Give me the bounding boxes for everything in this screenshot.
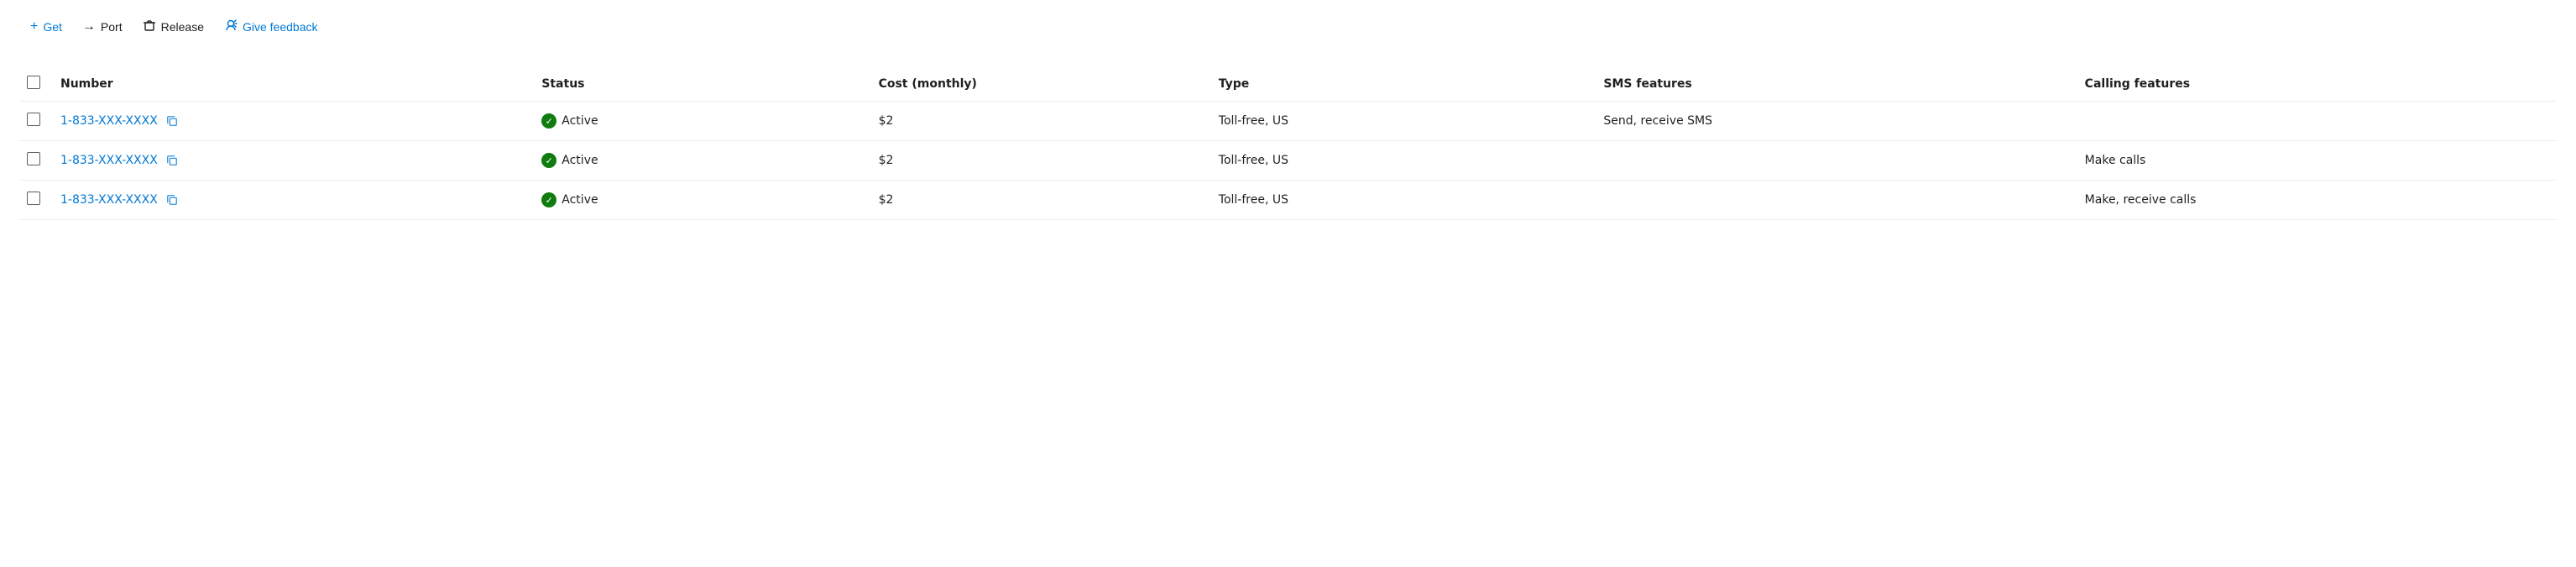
- toolbar: + Get → Port Release: [20, 13, 2556, 47]
- arrow-right-icon: →: [82, 20, 96, 34]
- copy-icon-1[interactable]: [166, 155, 178, 166]
- type-text-1: Toll-free, US: [1219, 154, 1288, 167]
- row-cost-cell-2: $2: [869, 181, 1209, 220]
- row-calling-cell-1: Make calls: [2075, 141, 2556, 181]
- type-text-0: Toll-free, US: [1219, 114, 1288, 128]
- header-cost: Cost (monthly): [869, 67, 1209, 102]
- trash-icon: [143, 18, 156, 35]
- cost-text-2: $2: [879, 193, 894, 207]
- row-status-cell-1: Active: [531, 141, 868, 181]
- status-active-0: Active: [541, 113, 858, 129]
- row-number-cell-1: 1-833-XXX-XXXX: [50, 141, 531, 181]
- number-link-1[interactable]: 1-833-XXX-XXXX: [60, 154, 158, 167]
- select-all-header[interactable]: [20, 67, 50, 102]
- row-calling-cell-0: [2075, 102, 2556, 141]
- table-header-row: Number Status Cost (monthly) Type SMS fe…: [20, 67, 2556, 102]
- row-checkbox-cell-2[interactable]: [20, 181, 50, 220]
- row-sms-cell-1: [1593, 141, 2074, 181]
- sms-text-0: Send, receive SMS: [1603, 114, 1712, 128]
- cost-text-1: $2: [879, 154, 894, 167]
- copy-icon-0[interactable]: [166, 115, 178, 127]
- table-row: 1-833-XXX-XXXX Active $2 Toll-free, US: [20, 141, 2556, 181]
- row-checkbox-cell-1[interactable]: [20, 141, 50, 181]
- number-link-2[interactable]: 1-833-XXX-XXXX: [60, 193, 158, 207]
- row-cost-cell-1: $2: [869, 141, 1209, 181]
- row-checkbox-0[interactable]: [27, 113, 40, 126]
- status-text-0: Active: [562, 114, 598, 128]
- type-text-2: Toll-free, US: [1219, 193, 1288, 207]
- row-type-cell-2: Toll-free, US: [1209, 181, 1594, 220]
- status-active-2: Active: [541, 192, 858, 207]
- row-type-cell-0: Toll-free, US: [1209, 102, 1594, 141]
- status-dot-0: [541, 113, 556, 129]
- row-number-cell-0: 1-833-XXX-XXXX: [50, 102, 531, 141]
- phone-numbers-table: Number Status Cost (monthly) Type SMS fe…: [20, 67, 2556, 220]
- cost-text-0: $2: [879, 114, 894, 128]
- row-sms-cell-2: [1593, 181, 2074, 220]
- row-calling-cell-2: Make, receive calls: [2075, 181, 2556, 220]
- feedback-icon: [224, 18, 238, 35]
- copy-icon-2[interactable]: [166, 194, 178, 206]
- status-dot-2: [541, 192, 556, 207]
- feedback-label: Give feedback: [243, 20, 318, 34]
- row-type-cell-1: Toll-free, US: [1209, 141, 1594, 181]
- port-label: Port: [101, 20, 123, 34]
- feedback-button[interactable]: Give feedback: [214, 13, 328, 40]
- port-button[interactable]: → Port: [72, 15, 133, 39]
- table-row: 1-833-XXX-XXXX Active $2 Toll-free, US: [20, 102, 2556, 141]
- release-button[interactable]: Release: [133, 13, 214, 40]
- row-number-cell-2: 1-833-XXX-XXXX: [50, 181, 531, 220]
- header-number: Number: [50, 67, 531, 102]
- table-row: 1-833-XXX-XXXX Active $2 Toll-free, US: [20, 181, 2556, 220]
- header-status: Status: [531, 67, 868, 102]
- row-checkbox-cell-0[interactable]: [20, 102, 50, 141]
- release-label: Release: [161, 20, 204, 34]
- status-dot-1: [541, 153, 556, 168]
- status-active-1: Active: [541, 153, 858, 168]
- row-checkbox-1[interactable]: [27, 152, 40, 165]
- status-text-2: Active: [562, 193, 598, 207]
- select-all-checkbox[interactable]: [27, 76, 40, 89]
- status-text-1: Active: [562, 154, 598, 167]
- calling-text-2: Make, receive calls: [2085, 193, 2197, 207]
- plus-icon: +: [30, 20, 38, 34]
- number-link-0[interactable]: 1-833-XXX-XXXX: [60, 114, 158, 128]
- get-button[interactable]: + Get: [20, 15, 72, 39]
- row-status-cell-0: Active: [531, 102, 868, 141]
- row-cost-cell-0: $2: [869, 102, 1209, 141]
- get-label: Get: [43, 20, 62, 34]
- header-sms: SMS features: [1593, 67, 2074, 102]
- row-checkbox-2[interactable]: [27, 192, 40, 205]
- row-status-cell-2: Active: [531, 181, 868, 220]
- calling-text-1: Make calls: [2085, 154, 2146, 167]
- row-sms-cell-0: Send, receive SMS: [1593, 102, 2074, 141]
- header-type: Type: [1209, 67, 1594, 102]
- header-calling: Calling features: [2075, 67, 2556, 102]
